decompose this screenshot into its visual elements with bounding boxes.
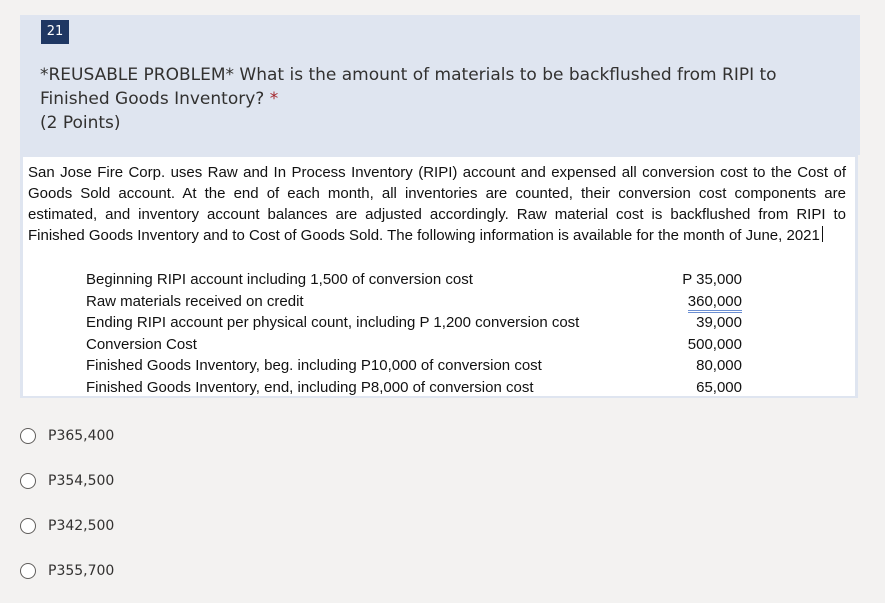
data-row: Beginning RIPI account including 1,500 o… (86, 269, 746, 291)
required-asterisk: * (269, 89, 279, 109)
data-row-value: 80,000 (696, 357, 742, 374)
problem-paragraph: San Jose Fire Corp. uses Raw and In Proc… (28, 164, 846, 244)
data-row-label: Beginning RIPI account including 1,500 o… (86, 271, 473, 288)
data-row-value: 39,000 (696, 314, 742, 331)
radio-button[interactable] (20, 518, 36, 534)
problem-image-frame: San Jose Fire Corp. uses Raw and In Proc… (20, 155, 858, 398)
problem-data-table: Beginning RIPI account including 1,500 o… (86, 269, 746, 398)
data-row-label: Finished Goods Inventory, beg. including… (86, 357, 542, 374)
question-header: 21 *REUSABLE PROBLEM* What is the amount… (20, 15, 860, 155)
problem-text: San Jose Fire Corp. uses Raw and In Proc… (28, 162, 846, 246)
data-row: Raw materials received on credit 360,000 (86, 291, 746, 313)
data-row-value: 360,000 (652, 291, 742, 313)
data-row-value: 500,000 (687, 335, 742, 353)
question-title: *REUSABLE PROBLEM* What is the amount of… (40, 63, 830, 111)
radio-button[interactable] (20, 473, 36, 489)
answer-option-label[interactable]: P354,500 (48, 471, 114, 491)
answer-option-label[interactable]: P355,700 (48, 561, 114, 581)
question-points: (2 Points) (40, 113, 121, 133)
data-row-value: P 35,000 (682, 271, 742, 288)
data-row-label: Raw materials received on credit (86, 292, 304, 310)
data-row: Ending RIPI account per physical count, … (86, 312, 746, 334)
data-row-value-text: 360,000 (687, 292, 742, 313)
data-row-label: Finished Goods Inventory, end, including… (86, 378, 534, 396)
problem-image: San Jose Fire Corp. uses Raw and In Proc… (23, 157, 855, 396)
data-row-label: Conversion Cost (86, 335, 197, 353)
question-title-text: *REUSABLE PROBLEM* What is the amount of… (40, 65, 777, 109)
data-row: Conversion Cost 500,000 (86, 334, 746, 356)
answer-option-label[interactable]: P365,400 (48, 426, 114, 446)
text-cursor (821, 226, 823, 242)
data-row: Finished Goods Inventory, beg. including… (86, 355, 746, 377)
data-row: Finished Goods Inventory, end, including… (86, 377, 746, 399)
data-row-value: 65,000 (696, 378, 742, 396)
question-number-badge: 21 (41, 20, 69, 44)
radio-button[interactable] (20, 428, 36, 444)
data-row-label: Ending RIPI account per physical count, … (86, 314, 580, 331)
answer-option-label[interactable]: P342,500 (48, 516, 114, 536)
radio-button[interactable] (20, 563, 36, 579)
form-page: 21 *REUSABLE PROBLEM* What is the amount… (0, 0, 885, 603)
